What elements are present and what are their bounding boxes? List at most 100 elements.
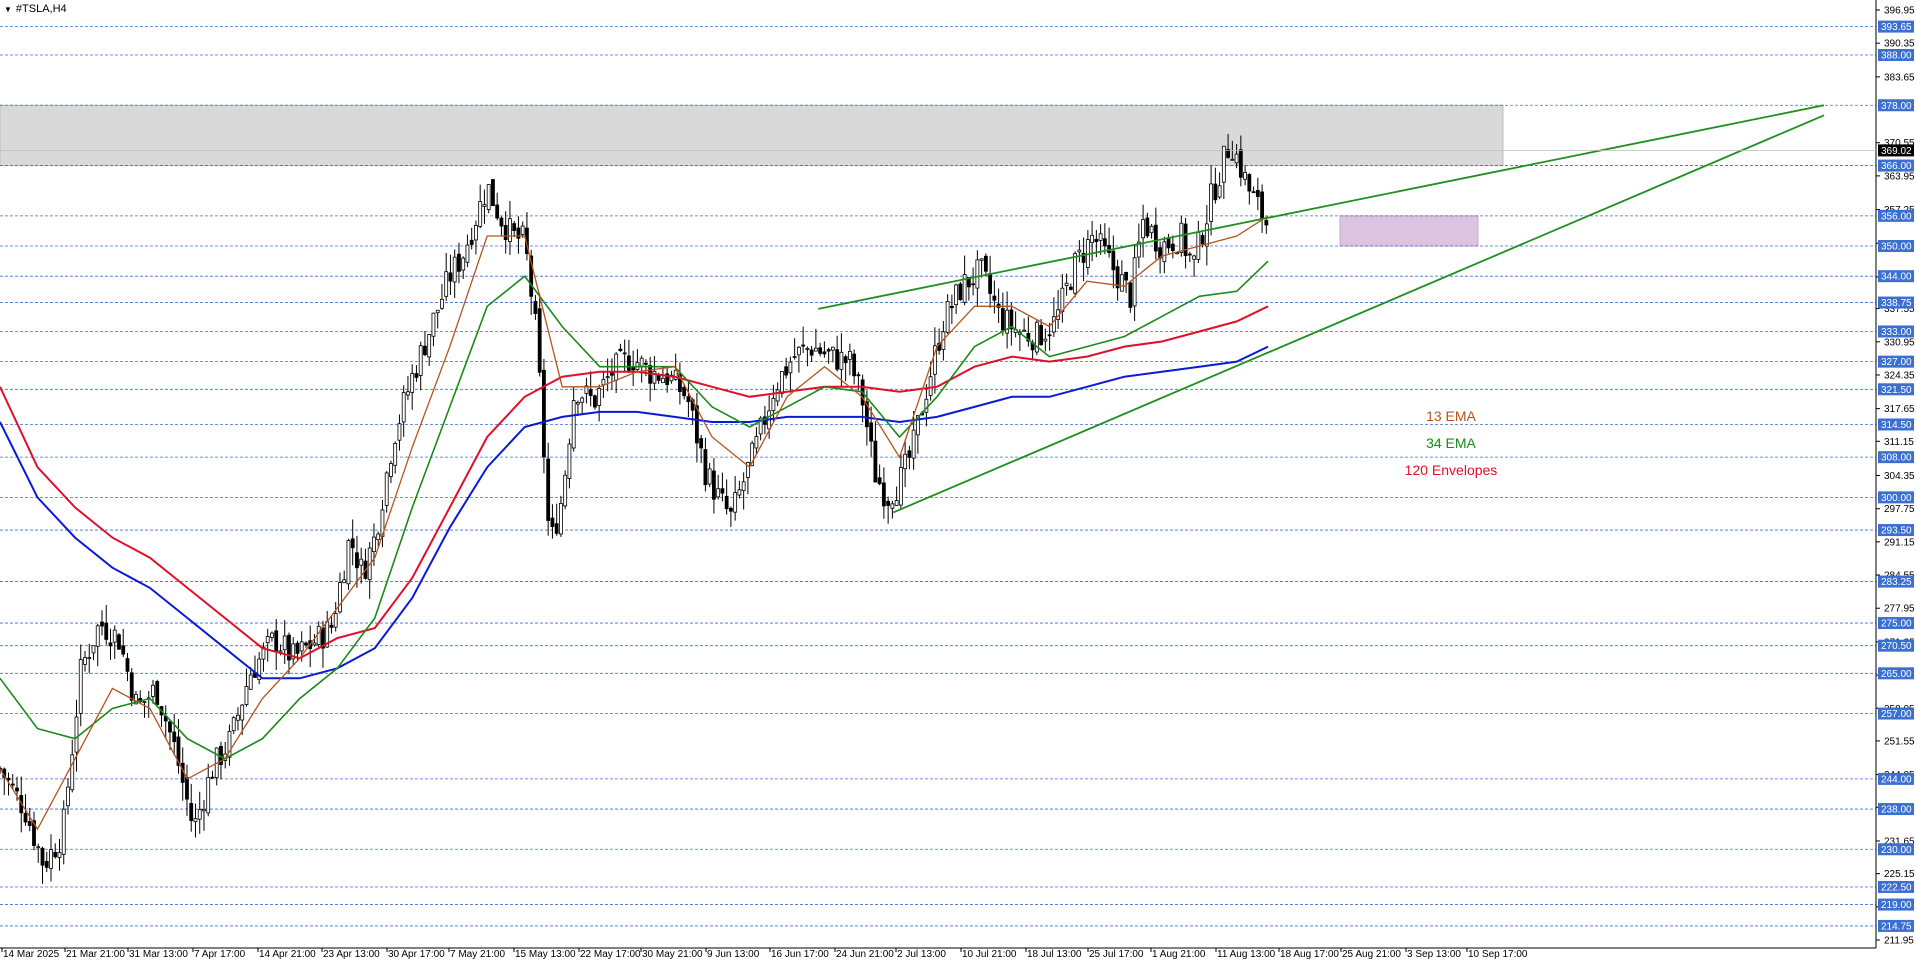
- candle-body: [414, 373, 419, 378]
- candle-body: [520, 225, 525, 235]
- candle-body: [537, 308, 542, 373]
- candle-body: [427, 334, 432, 358]
- level-badge-label: 314.50: [1881, 420, 1912, 431]
- current-price-label: 369.02: [1881, 146, 1912, 157]
- indicator-legend: 13 EMA 34 EMA 120 Envelopes: [1405, 408, 1498, 478]
- candle-body: [503, 224, 508, 241]
- candle-body: [580, 397, 585, 403]
- candle-body: [1162, 241, 1167, 263]
- candle-body: [27, 821, 32, 826]
- candle-body: [928, 376, 933, 396]
- candle-body: [91, 645, 96, 654]
- axis-tick-label: 363.95: [1884, 171, 1915, 182]
- time-tick-label: 2 Jul 13:00: [897, 949, 946, 960]
- candle-body: [1119, 274, 1124, 292]
- candle-body: [686, 396, 691, 403]
- candle-body: [903, 453, 908, 470]
- candle-body: [452, 256, 457, 283]
- candle-body: [482, 204, 487, 207]
- level-badge-label: 270.50: [1881, 641, 1912, 652]
- candle-body: [74, 716, 79, 753]
- candle-body: [1047, 334, 1052, 337]
- candle-body: [418, 345, 423, 376]
- time-tick-label: 24 Jun 21:00: [836, 949, 894, 960]
- candle-body: [389, 463, 393, 477]
- candle-body: [771, 398, 776, 411]
- candle-body: [376, 533, 381, 541]
- candle-body: [36, 846, 41, 849]
- candle-body: [661, 377, 665, 384]
- candle-body: [835, 349, 840, 370]
- candle-body: [350, 538, 355, 549]
- level-badge-label: 378.00: [1881, 101, 1912, 112]
- candle-body: [121, 645, 126, 655]
- candle-body: [193, 818, 198, 823]
- axis-tick-label: 225.15: [1884, 869, 1915, 880]
- candle-body: [571, 400, 576, 449]
- time-tick-label: 9 Jun 13:00: [707, 949, 760, 960]
- candle-body: [618, 348, 623, 352]
- candle-body: [236, 714, 240, 721]
- level-badge-label: 350.00: [1881, 242, 1912, 253]
- candle-body: [117, 634, 121, 650]
- candle-body: [847, 350, 852, 360]
- candle-body: [410, 373, 415, 393]
- time-tick-label: 11 Aug 13:00: [1217, 949, 1276, 960]
- candle-body: [716, 488, 721, 498]
- candle-body: [788, 361, 793, 374]
- candle-body: [639, 357, 644, 367]
- candle-body: [1187, 253, 1192, 256]
- level-badge-label: 333.00: [1881, 327, 1912, 338]
- candle-body: [898, 466, 903, 506]
- time-tick-label: 22 May 17:00: [580, 949, 641, 960]
- axis-tick-label: 330.95: [1884, 337, 1915, 348]
- ema13-line: [0, 215, 1269, 831]
- price-chart[interactable]: 13 EMA34 EMA120 Envelopes 396.95390.3538…: [0, 0, 1916, 963]
- candle-body: [189, 803, 194, 821]
- candle-body: [359, 558, 364, 566]
- candle-body: [469, 239, 474, 245]
- candle-body: [839, 351, 844, 370]
- candle-body: [248, 674, 253, 690]
- time-tick-label: 7 May 21:00: [450, 949, 505, 960]
- candle-body: [372, 536, 376, 552]
- candle-body: [1209, 183, 1213, 222]
- axis-tick-label: 390.35: [1884, 39, 1915, 50]
- candle-body: [784, 366, 789, 376]
- candle-body: [890, 503, 895, 509]
- candle-body: [656, 374, 661, 381]
- level-badge-label: 265.00: [1881, 669, 1912, 680]
- candle-body: [975, 259, 980, 289]
- candle-body: [576, 401, 580, 405]
- candle-body: [1183, 223, 1188, 257]
- candle-body: [397, 423, 402, 441]
- time-tick-label: 25 Jul 17:00: [1089, 949, 1144, 960]
- candle-body: [954, 284, 959, 306]
- candle-body: [801, 344, 806, 347]
- candle-body: [295, 642, 300, 654]
- axis-tick-label: 211.95: [1884, 936, 1914, 947]
- candle-body: [818, 347, 823, 354]
- time-tick-label: 25 Aug 21:00: [1342, 949, 1401, 960]
- candle-body: [809, 349, 814, 356]
- candle-body: [949, 305, 954, 309]
- time-tick-label: 18 Aug 17:00: [1280, 949, 1339, 960]
- candle-body: [1145, 217, 1150, 237]
- candle-body: [274, 630, 279, 652]
- legend-item: 13 EMA: [1426, 408, 1476, 424]
- candle-body: [826, 349, 831, 352]
- candle-body: [57, 852, 62, 859]
- candle-body: [627, 355, 631, 371]
- candle-body: [971, 283, 976, 286]
- candle-body: [822, 351, 827, 355]
- candle-body: [44, 860, 49, 868]
- candle-body: [1213, 183, 1218, 201]
- candle-body: [270, 632, 274, 638]
- time-tick-label: 14 Mar 2025: [3, 949, 60, 960]
- candle-body: [945, 301, 950, 333]
- candle-body: [265, 636, 270, 644]
- candle-body: [70, 754, 75, 791]
- candle-body: [873, 440, 878, 483]
- legend-item: 34 EMA: [1426, 435, 1476, 451]
- wedge-lower: [892, 114, 1825, 514]
